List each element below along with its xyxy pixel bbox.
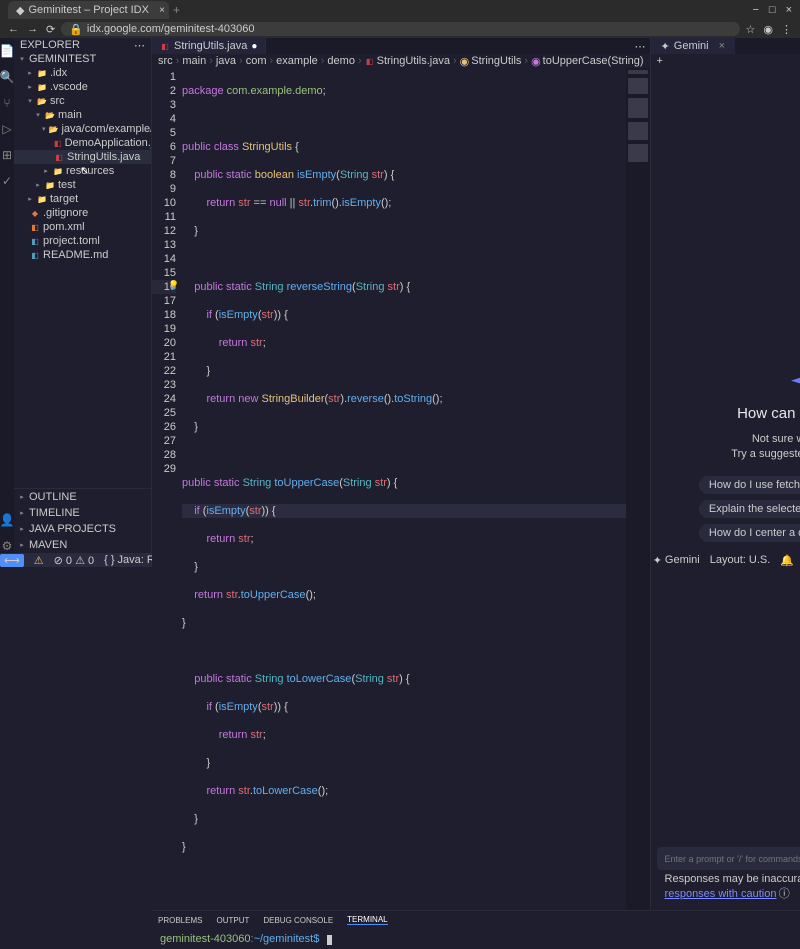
editor-tab-stringutils[interactable]: ◧ StringUtils.java ● xyxy=(152,38,266,54)
code-editor[interactable]: 1234567891011121314151617181920212223242… xyxy=(152,68,650,910)
tree-folder-main[interactable]: ▾📂main xyxy=(14,108,151,122)
tree-file-demoapp[interactable]: ◧DemoApplication.java xyxy=(14,136,151,150)
gemini-spark-icon: ✦ xyxy=(661,40,670,53)
lightbulb-icon[interactable]: 💡 xyxy=(168,280,179,291)
file-tree: ▸📁.idx ▸📁.vscode ▾📂src ▾📂main ▾📂java/com… xyxy=(14,66,151,488)
gemini-subtitle: Not sure what to ask?Try a suggested pro… xyxy=(731,432,800,463)
tree-file-stringutils[interactable]: ◧StringUtils.java xyxy=(14,150,151,164)
terminal-body[interactable]: geminitest-403060:~/geminitest$ xyxy=(152,929,800,949)
window-minimize-icon[interactable]: − xyxy=(752,4,758,16)
status-warning-icon[interactable]: ⚠ xyxy=(34,554,44,567)
outline-section[interactable]: ▸OUTLINE xyxy=(14,489,151,505)
gemini-disclaimer: Responses may be inaccurate or offensive… xyxy=(657,870,800,904)
settings-gear-icon[interactable]: ⚙ xyxy=(0,539,14,553)
editor-tab-bar: ◧ StringUtils.java ● ⋯ xyxy=(152,38,650,54)
output-tab[interactable]: OUTPUT xyxy=(216,916,249,925)
minimap[interactable] xyxy=(626,68,650,910)
project-root[interactable]: ▾GEMINITEST xyxy=(14,52,151,66)
window-close-icon[interactable]: × xyxy=(786,4,792,16)
explorer-title: EXPLORER xyxy=(20,39,80,51)
nav-forward-icon[interactable]: → xyxy=(27,23,38,36)
terminal-cursor xyxy=(327,935,332,945)
extensions-icon[interactable]: ⊞ xyxy=(0,148,14,162)
browser-url-bar: ← → ⟳ 🔒 idx.google.com/geminitest-403060… xyxy=(0,20,800,38)
tree-folder-vscode[interactable]: ▸📁.vscode xyxy=(14,80,151,94)
tree-folder-target[interactable]: ▸📁target xyxy=(14,192,151,206)
problems-tab[interactable]: PROBLEMS xyxy=(158,916,202,925)
tree-file-pom[interactable]: ◧pom.xml xyxy=(14,220,151,234)
maven-section[interactable]: ▸MAVEN xyxy=(14,537,151,553)
browser-tab[interactable]: ◆ Geminitest – Project IDX × xyxy=(8,1,169,19)
editor-more-icon[interactable]: ⋯ xyxy=(635,40,646,53)
remote-indicator[interactable]: ⟷ xyxy=(0,554,24,567)
modified-indicator-icon: ● xyxy=(251,41,257,52)
tree-file-projtoml[interactable]: ◧project.toml xyxy=(14,234,151,248)
testing-icon[interactable]: ✓ xyxy=(0,174,14,188)
lock-icon: 🔒 xyxy=(69,23,83,36)
browser-tab-strip: ◆ Geminitest – Project IDX × + − □ × xyxy=(0,0,800,20)
status-bell-icon[interactable]: 🔔 xyxy=(780,554,794,567)
tree-file-readme[interactable]: ◧README.md xyxy=(14,248,151,262)
close-icon[interactable]: × xyxy=(719,40,725,52)
tree-folder-src[interactable]: ▾📂src xyxy=(14,94,151,108)
gemini-tab[interactable]: ✦ Gemini × xyxy=(651,38,736,54)
profile-icon[interactable]: ◉ xyxy=(763,23,773,36)
run-debug-icon[interactable]: ▷ xyxy=(0,122,14,136)
tree-folder-pkg[interactable]: ▾📂java/com/example/demo xyxy=(14,122,151,136)
explorer-more-icon[interactable]: ⋯ xyxy=(134,39,145,52)
gemini-logo-icon xyxy=(791,367,800,395)
explorer-icon[interactable]: 📄 xyxy=(0,44,14,58)
gemini-heading: How can I help you? xyxy=(737,405,800,422)
gemini-prompt-box[interactable]: ➤ xyxy=(657,847,800,870)
search-icon[interactable]: 🔍 xyxy=(0,70,14,84)
tab-close-icon[interactable]: × xyxy=(159,5,165,16)
new-chat-icon[interactable]: + xyxy=(657,55,663,67)
source-control-icon[interactable]: ⑂ xyxy=(0,96,14,110)
javaprojects-section[interactable]: ▸JAVA PROJECTS xyxy=(14,521,151,537)
tree-folder-idx[interactable]: ▸📁.idx xyxy=(14,66,151,80)
tab-title: Geminitest – Project IDX xyxy=(28,4,148,16)
suggestion-chip-fetch[interactable]: How do I use fetch() in JS? xyxy=(699,476,800,494)
suggestion-chip-center-div[interactable]: How do I center a div with CSS? xyxy=(699,524,800,542)
url-field[interactable]: 🔒 idx.google.com/geminitest-403060 xyxy=(61,22,739,36)
new-tab-button[interactable]: + xyxy=(173,3,180,17)
activity-bar: 📄 🔍 ⑂ ▷ ⊞ ✓ 👤 ⚙ xyxy=(0,38,14,553)
code-content[interactable]: package com.example.demo; public class S… xyxy=(182,68,626,910)
nav-reload-icon[interactable]: ⟳ xyxy=(46,23,55,36)
java-file-icon: ◧ xyxy=(160,42,170,51)
status-errors[interactable]: ⊘ 0 ⚠ 0 xyxy=(54,554,94,567)
line-gutter: 1234567891011121314151617181920212223242… xyxy=(152,68,182,910)
status-layout[interactable]: Layout: U.S. xyxy=(710,554,771,567)
nav-back-icon[interactable]: ← xyxy=(8,23,19,36)
tree-folder-test[interactable]: ▸📁test xyxy=(14,178,151,192)
suggestion-chip-explain[interactable]: Explain the selected code in my editor xyxy=(699,500,800,518)
terminal-tab[interactable]: TERMINAL xyxy=(347,915,387,925)
timeline-section[interactable]: ▸TIMELINE xyxy=(14,505,151,521)
explorer-sidebar: EXPLORER ⋯ ▾GEMINITEST ▸📁.idx ▸📁.vscode … xyxy=(14,38,152,553)
status-gemini[interactable]: ✦ Gemini xyxy=(653,554,700,567)
gemini-panel: ✦ Gemini × ⊞ ⋯ + 🗑 ⛶ ⚙ xyxy=(650,38,800,910)
extensions-icon[interactable]: ☆ xyxy=(746,23,756,36)
breadcrumb[interactable]: src› main› java› com› example› demo› ◧St… xyxy=(152,54,650,68)
window-maximize-icon[interactable]: □ xyxy=(769,4,776,16)
info-icon[interactable]: ⓘ xyxy=(779,888,790,900)
url-text: idx.google.com/geminitest-403060 xyxy=(87,23,255,35)
debug-console-tab[interactable]: DEBUG CONSOLE xyxy=(263,916,333,925)
accounts-icon[interactable]: 👤 xyxy=(0,513,14,527)
gemini-prompt-input[interactable] xyxy=(665,854,800,864)
browser-menu-icon[interactable]: ⋮ xyxy=(781,23,792,36)
bottom-panel: PROBLEMS OUTPUT DEBUG CONSOLE TERMINAL ⬚… xyxy=(152,910,800,949)
tab-favicon: ◆ xyxy=(16,4,24,17)
tree-folder-resources[interactable]: ▸📁resources↖ xyxy=(14,164,151,178)
tree-file-gitignore[interactable]: ◆.gitignore xyxy=(14,206,151,220)
